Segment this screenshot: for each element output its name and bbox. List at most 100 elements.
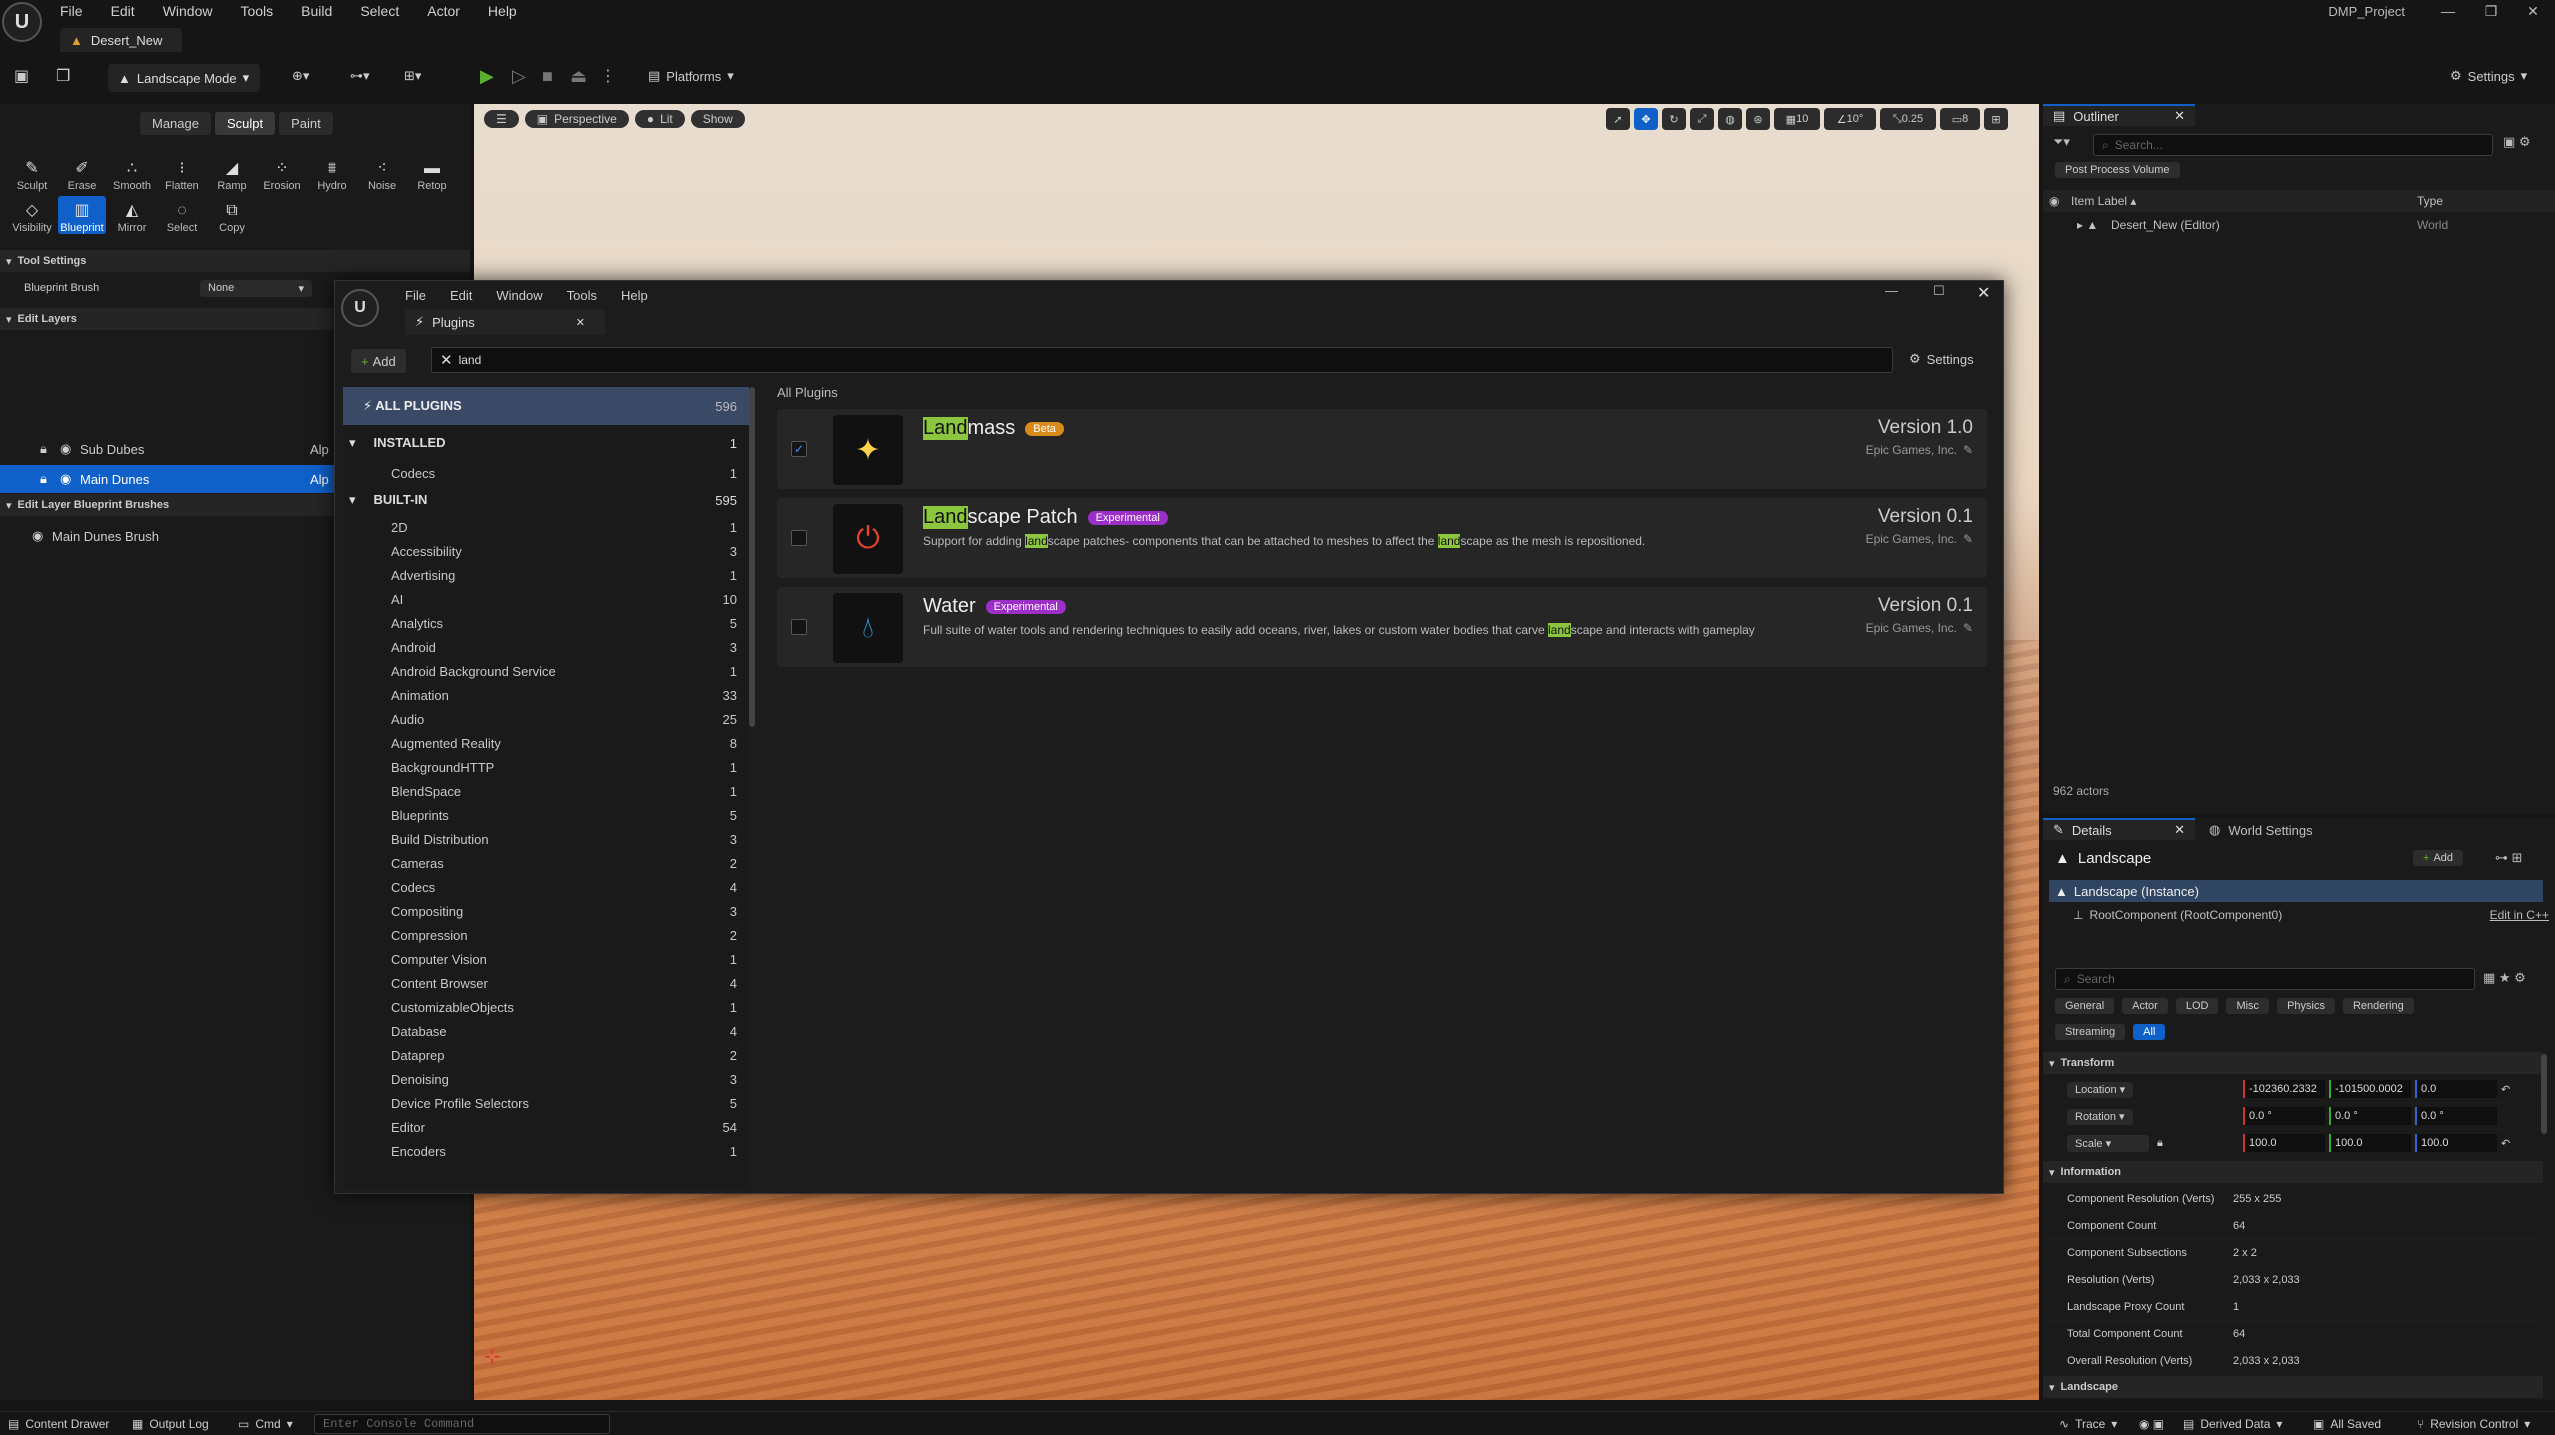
menu-window[interactable]: Window xyxy=(163,3,213,19)
show-button[interactable]: Show xyxy=(690,110,745,128)
grid-snap-button[interactable]: ▦ 10 xyxy=(1774,108,1820,130)
maximize-icon[interactable]: ☐ xyxy=(1933,283,1945,299)
category-item[interactable]: BlendSpace 1 xyxy=(343,779,749,803)
category-item[interactable]: Database 4 xyxy=(343,1019,749,1043)
filter-all[interactable]: All xyxy=(2133,1024,2166,1040)
category-item[interactable]: Device Profile Selectors 5 xyxy=(343,1091,749,1115)
stop-icon[interactable]: ■ xyxy=(542,66,553,87)
clear-search-icon[interactable]: ✕ xyxy=(440,351,453,369)
layout-icon[interactable]: ⊞ xyxy=(1984,108,2008,130)
rotation-y-input[interactable]: 0.0 ° xyxy=(2329,1107,2411,1125)
rotation-z-input[interactable]: 0.0 ° xyxy=(2415,1107,2497,1125)
category-item[interactable]: CustomizableObjects 1 xyxy=(343,995,749,1019)
lit-button[interactable]: ● Lit xyxy=(634,110,685,128)
category-item[interactable]: Content Browser 4 xyxy=(343,971,749,995)
filter-streaming[interactable]: Streaming xyxy=(2055,1024,2126,1040)
tool-erase[interactable]: ✐ Erase xyxy=(58,154,106,192)
edit-icon[interactable]: ✎ xyxy=(1963,621,1973,635)
category-item[interactable]: 2D 1 xyxy=(343,515,749,539)
tab-sculpt[interactable]: Sculpt xyxy=(214,112,276,135)
angle-snap-button[interactable]: ∠ 10° xyxy=(1824,108,1876,130)
content-drawer-button[interactable]: ▤ Content Drawer xyxy=(0,1417,132,1431)
trace-button[interactable]: ∿ Trace ▾ xyxy=(2059,1417,2139,1431)
category-item[interactable]: Denoising 3 xyxy=(343,1067,749,1091)
location-z-input[interactable]: 0.0 xyxy=(2415,1080,2497,1098)
menu-build[interactable]: Build xyxy=(301,3,332,19)
reset-icon[interactable]: ↶ xyxy=(2501,1083,2510,1096)
category-all-plugins[interactable]: ⚡ ALL PLUGINS 596 xyxy=(343,387,749,425)
tool-flatten[interactable]: ⁝ Flatten xyxy=(158,154,206,192)
platforms-button[interactable]: ▤ Platforms ▾ xyxy=(648,68,734,84)
category-item[interactable]: Analytics 5 xyxy=(343,611,749,635)
lock-icon[interactable]: 🔒︎ xyxy=(2157,1137,2163,1150)
surface-snap-icon[interactable]: ⊛ xyxy=(1746,108,1770,130)
unreal-logo-icon[interactable]: U xyxy=(2,2,42,42)
menu-window[interactable]: Window xyxy=(496,288,542,303)
plugins-tab[interactable]: ⚡ Plugins ✕ xyxy=(405,309,605,335)
filter-icon[interactable]: ⏷▾ xyxy=(2053,134,2070,150)
details-view-options-icon[interactable]: ▦ ★ ⚙ xyxy=(2483,970,2526,986)
tool-noise[interactable]: ⁖ Noise xyxy=(358,154,406,192)
enable-checkbox[interactable]: ✓ xyxy=(791,441,807,457)
tab-manage[interactable]: Manage xyxy=(140,112,211,135)
tool-copy[interactable]: ⧉ Copy xyxy=(208,196,256,234)
derived-data-button[interactable]: ▤ Derived Data ▾ xyxy=(2183,1417,2313,1431)
menu-help[interactable]: Help xyxy=(488,3,517,19)
all-saved-button[interactable]: ▣ All Saved xyxy=(2313,1417,2417,1431)
category-installed[interactable]: ▾ INSTALLED 1 xyxy=(343,425,749,461)
outliner-tab[interactable]: ▤ Outliner ✕ xyxy=(2043,104,2195,126)
rotation-x-input[interactable]: 0.0 ° xyxy=(2243,1107,2325,1125)
settings-button[interactable]: ⚙ Settings ▾ xyxy=(2450,68,2527,84)
plugin-search-input[interactable]: ✕ land xyxy=(431,347,1893,373)
plugin-card-landscape-patch[interactable]: ⏻ Land scape Patch Experimental Support f… xyxy=(777,498,1987,578)
category-item[interactable]: Compression 2 xyxy=(343,923,749,947)
eject-icon[interactable]: ⏏ xyxy=(570,66,587,87)
tool-ramp[interactable]: ◢ Ramp xyxy=(208,154,256,192)
eye-icon[interactable]: ◉ xyxy=(60,471,80,487)
category-item[interactable]: Accessibility 3 xyxy=(343,539,749,563)
close-icon[interactable]: ✕ xyxy=(2510,0,2555,22)
layer-row-main-dunes[interactable]: 🔒︎ ◉ Main Dunes Alp xyxy=(0,465,334,493)
filter-misc[interactable]: Misc xyxy=(2226,998,2270,1014)
expand-icon[interactable]: ▸ ▲ xyxy=(2043,218,2111,232)
component-instance-row[interactable]: ▲ Landscape (Instance) xyxy=(2049,880,2543,902)
blueprint-options-icon[interactable]: ⊶ ⊞ xyxy=(2495,850,2523,866)
scale-icon[interactable]: ⤢ xyxy=(1690,108,1714,130)
category-item[interactable]: Computer Vision 1 xyxy=(343,947,749,971)
category-item[interactable]: AI 10 xyxy=(343,587,749,611)
add-filter-icon[interactable]: ▣ ⚙ xyxy=(2503,134,2531,150)
capture-icons[interactable]: ◉ ▣ xyxy=(2139,1417,2183,1431)
filter-physics[interactable]: Physics xyxy=(2277,998,2335,1014)
close-icon[interactable]: ✕ xyxy=(576,316,585,329)
select-mode-icon[interactable]: ➚ xyxy=(1606,108,1630,130)
category-item[interactable]: Compositing 3 xyxy=(343,899,749,923)
more-options-icon[interactable]: ⋮ xyxy=(600,66,616,86)
tool-settings-header[interactable]: ▾ Tool Settings xyxy=(0,250,470,272)
edit-in-cpp-link[interactable]: Edit in C++ xyxy=(2490,908,2549,922)
viewport-menu-icon[interactable]: ☰ xyxy=(484,110,519,128)
category-item[interactable]: Blueprints 5 xyxy=(343,803,749,827)
world-space-icon[interactable]: ◍ xyxy=(1718,108,1742,130)
category-item[interactable]: Cameras 2 xyxy=(343,851,749,875)
menu-file[interactable]: File xyxy=(405,288,426,303)
category-item[interactable]: Augmented Reality 8 xyxy=(343,731,749,755)
scale-z-input[interactable]: 100.0 xyxy=(2415,1134,2497,1152)
outliner-row[interactable]: ▸ ▲ Desert_New (Editor) World xyxy=(2043,214,2555,236)
tool-erosion[interactable]: ⁘ Erosion xyxy=(258,154,306,192)
category-item[interactable]: Build Distribution 3 xyxy=(343,827,749,851)
category-item[interactable]: BackgroundHTTP 1 xyxy=(343,755,749,779)
add-plugin-button[interactable]: + Add xyxy=(351,349,406,373)
category-item[interactable]: Codecs 1 xyxy=(343,461,749,485)
restore-icon[interactable]: ❐ xyxy=(2468,0,2514,22)
category-built-in[interactable]: ▾ BUILT-IN 595 xyxy=(343,485,749,515)
add-component-button[interactable]: + Add xyxy=(2413,850,2464,866)
level-tab[interactable]: ▲ Desert_New xyxy=(60,28,183,52)
col-type[interactable]: Type xyxy=(2417,194,2443,208)
category-item[interactable]: Audio 25 xyxy=(343,707,749,731)
filter-rendering[interactable]: Rendering xyxy=(2342,998,2414,1014)
mode-dropdown[interactable]: ▲ Landscape Mode ▾ xyxy=(108,64,260,92)
tool-blueprint[interactable]: ▥ Blueprint xyxy=(58,196,106,234)
location-dropdown[interactable]: Location ▾ xyxy=(2067,1081,2134,1098)
root-component-row[interactable]: ⊥ RootComponent (RootComponent0) Edit in… xyxy=(2073,904,2549,926)
blueprint-icon[interactable]: ⊶▾ xyxy=(350,68,370,84)
